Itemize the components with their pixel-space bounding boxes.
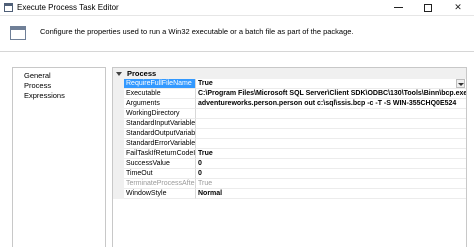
property-row[interactable]: TimeOut 0 — [113, 169, 466, 179]
property-name: RequireFullFileName — [124, 79, 196, 89]
property-row[interactable]: WorkingDirectory — [113, 109, 466, 119]
property-name: TerminateProcessAfterTimeOut — [124, 179, 196, 189]
property-name: TimeOut — [124, 169, 196, 179]
minimize-button[interactable] — [384, 0, 412, 15]
minimize-icon — [393, 7, 403, 9]
property-name: SuccessValue — [124, 159, 196, 169]
property-value[interactable]: 0 — [196, 169, 466, 179]
property-grid: Process RequireFullFileName True Executa… — [112, 67, 467, 247]
property-row[interactable]: FailTaskIfReturnCodeIsNot True — [113, 149, 466, 159]
property-row[interactable]: StandardInputVariable — [113, 119, 466, 129]
nav-item-process[interactable]: Process — [24, 81, 51, 90]
property-value[interactable]: Normal — [196, 189, 466, 199]
maximize-button[interactable] — [414, 0, 442, 15]
property-value[interactable] — [196, 119, 466, 129]
page-navigation: General Process Expressions — [12, 67, 106, 247]
property-name: WindowStyle — [124, 189, 196, 199]
property-value[interactable] — [196, 109, 466, 119]
dropdown-button[interactable] — [456, 79, 465, 88]
property-row[interactable]: SuccessValue 0 — [113, 159, 466, 169]
close-icon: ✕ — [454, 2, 462, 12]
property-name: Executable — [124, 89, 196, 99]
category-label: Process — [127, 69, 157, 78]
property-value[interactable]: True — [196, 149, 466, 159]
property-value[interactable]: C:\Program Files\Microsoft SQL Server\Cl… — [196, 89, 466, 99]
property-value[interactable]: True — [196, 79, 466, 89]
property-name: StandardInputVariable — [124, 119, 196, 129]
window-title: Execute Process Task Editor — [17, 3, 119, 12]
property-row[interactable]: Executable C:\Program Files\Microsoft SQ… — [113, 89, 466, 99]
property-value: True — [196, 179, 466, 189]
nav-item-general[interactable]: General — [24, 71, 51, 80]
property-value[interactable]: adventureworks.person.person out c:\sql\… — [196, 99, 466, 109]
property-name: WorkingDirectory — [124, 109, 196, 119]
property-value[interactable] — [196, 129, 466, 139]
property-row[interactable]: WindowStyle Normal — [113, 189, 466, 199]
window-icon — [4, 3, 13, 12]
close-button[interactable]: ✕ — [444, 0, 472, 15]
title-bar: Execute Process Task Editor ✕ — [0, 0, 474, 16]
category-row[interactable]: Process — [113, 68, 466, 79]
property-row[interactable]: RequireFullFileName True — [113, 79, 466, 89]
property-value[interactable] — [196, 139, 466, 149]
property-name: StandardOutputVariable — [124, 129, 196, 139]
property-row[interactable]: Arguments adventureworks.person.person o… — [113, 99, 466, 109]
collapse-icon[interactable] — [116, 71, 122, 76]
property-name: Arguments — [124, 99, 196, 109]
property-value[interactable]: 0 — [196, 159, 466, 169]
maximize-icon — [424, 3, 432, 12]
property-row[interactable]: TerminateProcessAfterTimeOut True — [113, 179, 466, 189]
editor-header: Configure the properties used to run a W… — [0, 16, 474, 52]
property-name: FailTaskIfReturnCodeIsNot — [124, 149, 196, 159]
nav-item-expressions[interactable]: Expressions — [24, 91, 65, 100]
task-icon — [10, 26, 26, 40]
property-name: StandardErrorVariable — [124, 139, 196, 149]
property-row[interactable]: StandardOutputVariable — [113, 129, 466, 139]
property-row[interactable]: StandardErrorVariable — [113, 139, 466, 149]
header-description: Configure the properties used to run a W… — [40, 27, 354, 36]
